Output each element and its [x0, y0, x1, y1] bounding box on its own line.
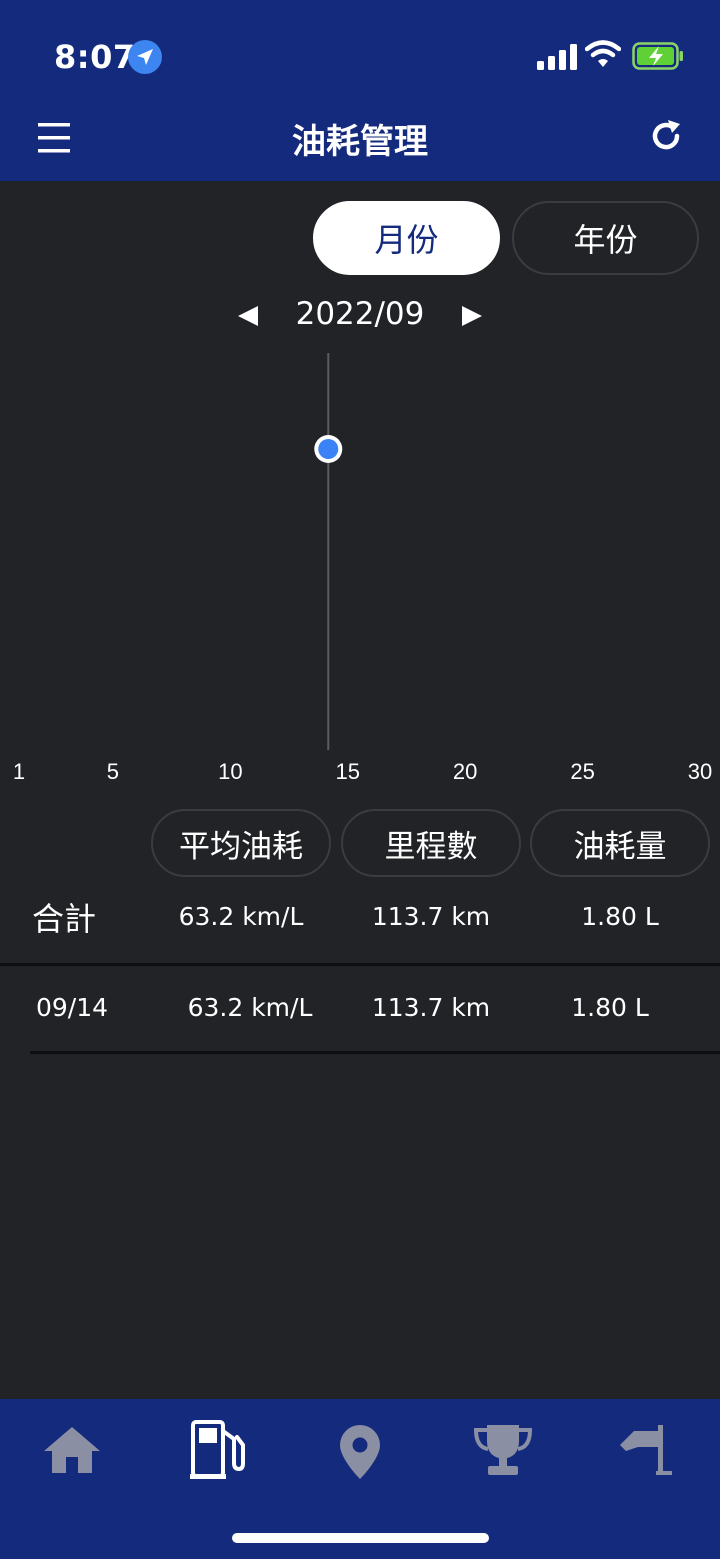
fuel-pump-icon[interactable] [190, 1419, 246, 1481]
flag-icon[interactable] [618, 1423, 674, 1479]
cellular-signal-icon [537, 44, 577, 70]
x-tick-label: 1 [13, 759, 25, 784]
battery-charging-icon [632, 42, 683, 70]
location-arrow-icon [128, 40, 162, 74]
avg-consumption-button[interactable]: 平均油耗 [151, 809, 331, 877]
x-tick-label: 10 [218, 759, 242, 784]
top-bar: 8:07 油耗管理 [0, 0, 720, 181]
previous-month-icon[interactable] [236, 304, 260, 328]
home-indicator [232, 1533, 489, 1543]
x-tick-label: 25 [570, 759, 594, 784]
entry-date: 09/14 [35, 993, 109, 1022]
total-row: 合計 63.2 km/L 113.7 km 1.80 L [0, 896, 720, 938]
total-label: 合計 [32, 900, 97, 938]
x-tick-label: 20 [453, 759, 477, 784]
total-fuel: 1.80 L [581, 902, 659, 931]
fuel-consumption-chart[interactable]: 1 5 10 15 20 25 30 [0, 350, 720, 800]
status-time: 8:07 [54, 38, 136, 76]
refresh-icon[interactable] [648, 118, 684, 154]
data-point[interactable] [318, 439, 339, 459]
current-month-label: 2022/09 [295, 296, 425, 332]
divider [30, 1051, 720, 1054]
trophy-icon[interactable] [472, 1423, 534, 1477]
total-distance: 113.7 km [371, 902, 491, 931]
entry-fuel: 1.80 L [571, 993, 649, 1022]
x-tick-label: 15 [336, 759, 360, 784]
year-toggle-button[interactable]: 年份 [512, 201, 699, 275]
fuel-amount-button[interactable]: 油耗量 [530, 809, 710, 877]
x-tick-label: 30 [688, 759, 712, 784]
total-avg: 63.2 km/L [178, 902, 304, 931]
entry-distance: 113.7 km [371, 993, 491, 1022]
entry-avg: 63.2 km/L [187, 993, 313, 1022]
divider [0, 963, 720, 966]
x-tick-label: 5 [107, 759, 119, 784]
next-month-icon[interactable] [460, 304, 484, 328]
page-title: 油耗管理 [292, 122, 428, 162]
month-toggle-button[interactable]: 月份 [313, 201, 500, 275]
wifi-icon [585, 40, 621, 67]
distance-button[interactable]: 里程數 [341, 809, 521, 877]
table-row[interactable]: 09/14 63.2 km/L 113.7 km 1.80 L [0, 993, 720, 1033]
map-pin-icon[interactable] [338, 1423, 382, 1481]
home-icon[interactable] [42, 1425, 102, 1475]
